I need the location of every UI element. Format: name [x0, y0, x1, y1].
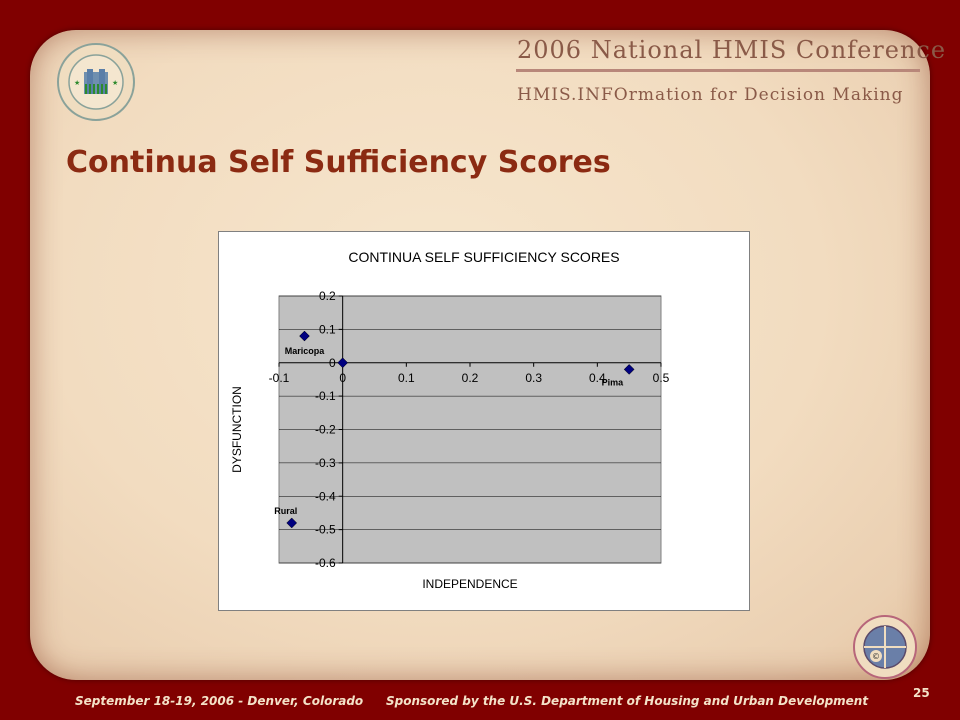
x-tick-label: 0.3 — [525, 371, 542, 385]
footer-event: September 18-19, 2006 - Denver, Colorado — [75, 694, 364, 708]
slide-title: Continua Self Sufficiency Scores — [66, 145, 611, 180]
x-tick-label: 0 — [339, 371, 346, 385]
x-axis-title: INDEPENDENCE — [422, 577, 517, 591]
y-tick-label: 0.2 — [319, 289, 336, 303]
conference-title: 2006 National HMIS Conference — [517, 36, 947, 64]
data-label: Rural — [274, 506, 297, 516]
chart-container: CONTINUA SELF SUFFICIENCY SCORES -0.1 0 0.1… — [218, 231, 750, 611]
conference-seal-logo: © — [853, 615, 917, 679]
conference-subtitle: HMIS.INFOrmation for Decision Making — [517, 85, 904, 105]
y-tick-label: 0 — [329, 356, 336, 370]
y-tick-label: -0.1 — [315, 389, 336, 403]
svg-text:★: ★ — [74, 79, 80, 87]
svg-text:©: © — [872, 652, 880, 661]
x-tick-label: 0.2 — [462, 371, 479, 385]
svg-text:★: ★ — [112, 79, 118, 87]
hud-seal-logo: ★ ★ — [57, 43, 135, 121]
x-tick-label: -0.1 — [269, 371, 290, 385]
y-axis-title: DYSFUNCTION — [230, 386, 244, 473]
footer: September 18-19, 2006 - Denver, Colorado… — [0, 686, 960, 712]
data-label: Maricopa — [285, 346, 326, 356]
y-tick-label: 0.1 — [319, 322, 336, 336]
x-tick-label: 0.1 — [398, 371, 415, 385]
y-tick-label: -0.3 — [315, 456, 336, 470]
scatter-chart: CONTINUA SELF SUFFICIENCY SCORES-0.1 0 0.1… — [230, 249, 670, 591]
header-divider — [516, 69, 920, 72]
y-tick-label: -0.6 — [315, 556, 336, 570]
x-tick-label: 0.5 — [653, 371, 670, 385]
y-tick-label: -0.2 — [315, 423, 336, 437]
y-tick-label: -0.5 — [315, 523, 336, 537]
y-tick-label: -0.4 — [315, 489, 336, 503]
page-number: 25 — [913, 686, 930, 700]
chart-title: CONTINUA SELF SUFFICIENCY SCORES — [348, 249, 619, 265]
footer-sponsor: Sponsored by the U.S. Department of Hous… — [386, 694, 869, 708]
data-label: Pima — [602, 377, 625, 387]
